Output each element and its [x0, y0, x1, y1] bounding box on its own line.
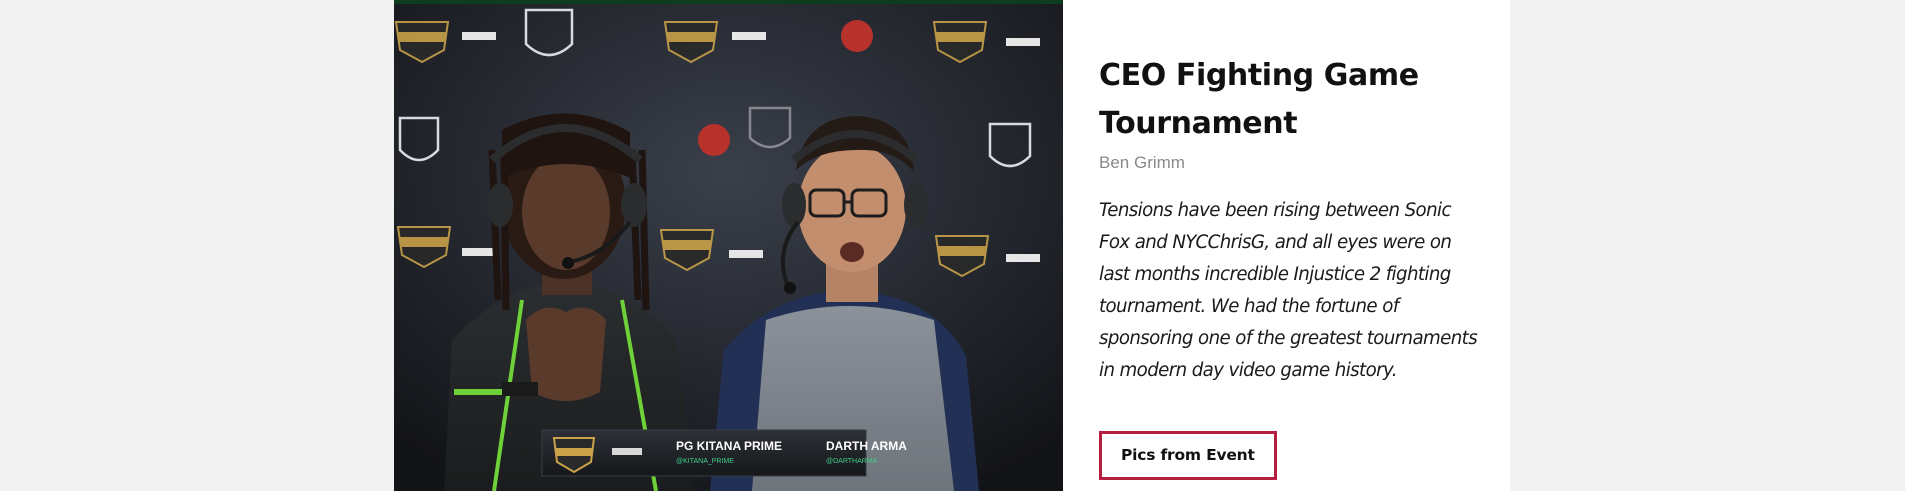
- pics-from-event-button[interactable]: Pics from Event: [1099, 431, 1277, 481]
- article-author: Ben Grimm: [1099, 153, 1185, 172]
- article-title: CEO Fighting Game Tournament: [1099, 58, 1419, 141]
- player2-handle: @DARTHARMA: [826, 458, 878, 465]
- lower-third: PG KITANA PRIME @KITANA_PRIME DARTH ARMA…: [541, 429, 907, 477]
- article-content: CEO Fighting Game Tournament Ben Grimm T…: [1099, 52, 1479, 481]
- player1-handle: @KITANA_PRIME: [676, 458, 734, 465]
- article-card: PG KITANA PRIME @KITANA_PRIME DARTH ARMA…: [394, 0, 1510, 491]
- player2-name: DARTH ARMA: [826, 439, 907, 453]
- event-photo: PG KITANA PRIME @KITANA_PRIME DARTH ARMA…: [394, 0, 1063, 491]
- article-description: Tensions have been rising between Sonic …: [1099, 200, 1478, 381]
- player1-name: PG KITANA PRIME: [676, 439, 782, 453]
